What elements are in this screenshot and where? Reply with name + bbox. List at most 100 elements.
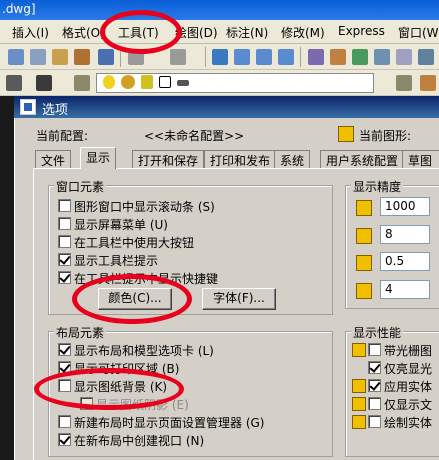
paper-shadow-checkbox[interactable] xyxy=(80,397,93,410)
toolbar-separator xyxy=(300,47,301,67)
rendered-smoothness-field[interactable]: 0.5 xyxy=(380,252,430,271)
color-swatch-icon xyxy=(159,76,171,88)
match-properties-icon[interactable] xyxy=(74,49,90,65)
layout-model-tabs-checkbox[interactable] xyxy=(58,343,71,356)
paper-background-checkbox[interactable] xyxy=(58,379,71,392)
menu-insert[interactable]: 插入(I) xyxy=(12,24,49,41)
layer-manager-icon[interactable] xyxy=(6,75,22,91)
paper-background-label: 显示图纸背景 (K) xyxy=(74,380,168,394)
layers-icon[interactable] xyxy=(74,75,90,91)
menu-window[interactable]: 窗口(W xyxy=(398,24,439,41)
create-viewport-label: 在新布局中创建视口 (N) xyxy=(74,434,205,448)
rendered-smoothness-icon xyxy=(356,255,372,271)
pan-icon[interactable] xyxy=(212,49,228,65)
calculator-icon[interactable] xyxy=(418,49,434,65)
text-frame-icon xyxy=(352,397,366,411)
raster-pan-checkbox[interactable] xyxy=(368,343,381,356)
chevron-down-icon xyxy=(177,80,189,86)
polyline-segments-icon xyxy=(356,228,372,244)
raster-pan-icon xyxy=(352,343,366,357)
tab-user-preferences[interactable]: 用户系统配置 xyxy=(320,150,405,168)
highlight-raster-label: 仅亮显光 xyxy=(384,362,433,376)
contour-lines-icon xyxy=(356,283,372,299)
sheet-set-icon[interactable] xyxy=(374,49,390,65)
redo-icon[interactable] xyxy=(170,49,186,65)
tab-plot-publish[interactable]: 打印和发布 xyxy=(204,150,277,168)
contour-lines-field[interactable]: 4 xyxy=(380,280,430,299)
show-scrollbars-checkbox[interactable] xyxy=(58,199,71,212)
large-buttons-label: 在工具栏中使用大按钮 xyxy=(74,236,195,250)
settings-icon[interactable] xyxy=(36,75,52,91)
window-title: .dwg] xyxy=(2,2,36,16)
design-center-icon[interactable] xyxy=(330,49,346,65)
menu-modify[interactable]: 修改(M) xyxy=(281,24,325,41)
polyline-segments-field[interactable]: 8 xyxy=(380,225,430,244)
menu-draw[interactable]: 绘图(D) xyxy=(175,24,218,41)
menu-dimension[interactable]: 标注(N) xyxy=(226,24,268,41)
menu-tools[interactable]: 工具(T) xyxy=(118,24,159,41)
paper-shadow-label: 显示图纸阴影 (E) xyxy=(96,398,189,412)
show-screen-menu-checkbox[interactable] xyxy=(58,217,71,230)
tooltip-shortcuts-checkbox[interactable] xyxy=(58,271,71,284)
highlight-raster-checkbox[interactable] xyxy=(368,361,381,374)
printable-area-label: 显示可打印区域 (B) xyxy=(74,362,180,376)
silhouette-icon xyxy=(352,415,366,429)
show-tooltips-label: 显示工具栏提示 xyxy=(74,254,159,268)
raster-pan-label: 带光栅图 xyxy=(384,344,433,358)
sun-icon xyxy=(121,75,135,89)
tab-drafting[interactable]: 草图 xyxy=(402,150,439,168)
create-viewport-checkbox[interactable] xyxy=(58,433,71,446)
text-frame-label: 仅显示文 xyxy=(384,398,433,412)
tab-system[interactable]: 系统 xyxy=(274,150,311,168)
copy-icon[interactable] xyxy=(30,49,46,65)
options-dialog-title-bar: 选项 xyxy=(14,96,439,118)
solid-fill-icon xyxy=(352,379,366,393)
tab-files[interactable]: 文件 xyxy=(35,150,72,168)
tab-open-save[interactable]: 打开和保存 xyxy=(132,150,205,168)
toolbar-separator xyxy=(120,47,121,67)
large-buttons-checkbox[interactable] xyxy=(58,235,71,248)
fonts-button[interactable]: 字体(F)... xyxy=(202,288,276,310)
zoom-window-icon[interactable] xyxy=(256,49,272,65)
zoom-previous-icon[interactable] xyxy=(278,49,294,65)
tab-display[interactable]: 显示 xyxy=(80,147,117,169)
current-profile-value: <<未命名配置>> xyxy=(144,129,245,143)
page-setup-manager-checkbox[interactable] xyxy=(58,415,71,428)
solid-fill-checkbox[interactable] xyxy=(368,379,381,392)
lock-icon xyxy=(141,75,153,89)
display-performance-title: 显示性能 xyxy=(351,324,404,341)
tooltip-shortcuts-label: 在工具栏提示中显示快捷键 xyxy=(74,272,219,286)
text-frame-checkbox[interactable] xyxy=(368,397,381,410)
layout-model-tabs-label: 显示布局和模型选项卡 (L) xyxy=(74,344,214,358)
show-tooltips-checkbox[interactable] xyxy=(58,253,71,266)
silhouette-checkbox[interactable] xyxy=(368,415,381,428)
properties-icon[interactable] xyxy=(308,49,324,65)
markup-icon[interactable] xyxy=(396,49,412,65)
undo-icon[interactable] xyxy=(128,49,144,65)
layout-elements-title: 布局元素 xyxy=(54,324,107,341)
drawing-area-strip xyxy=(0,96,14,460)
toolbar-separator xyxy=(205,47,206,67)
make-current-icon[interactable] xyxy=(420,75,436,91)
arc-smoothness-field[interactable]: 1000 xyxy=(380,197,430,216)
lightbulb-icon xyxy=(103,75,115,89)
page-setup-manager-label: 新建布局时显示页面设置管理器 (G) xyxy=(74,416,265,430)
menu-format[interactable]: 格式(O) xyxy=(62,24,105,41)
block-editor-icon[interactable] xyxy=(98,49,114,65)
menu-express[interactable]: Express xyxy=(338,24,385,38)
cut-icon[interactable] xyxy=(8,49,24,65)
display-resolution-title: 显示精度 xyxy=(351,178,404,195)
menu-bar: 插入(I) 格式(O) 工具(T) 绘图(D) 标注(N) 修改(M) Expr… xyxy=(0,20,439,44)
drawing-file-icon xyxy=(338,126,354,142)
colors-button[interactable]: 颜色(C)... xyxy=(98,288,172,310)
silhouette-label: 绘制实体 xyxy=(384,416,433,430)
layer-dropdown[interactable] xyxy=(96,73,374,93)
paste-icon[interactable] xyxy=(52,49,68,65)
printable-area-checkbox[interactable] xyxy=(58,361,71,374)
show-scrollbars-label: 图形窗口中显示滚动条 (S) xyxy=(74,200,215,214)
zoom-realtime-icon[interactable] xyxy=(234,49,250,65)
show-screen-menu-label: 显示屏幕菜单 (U) xyxy=(74,218,168,232)
tool-palettes-icon[interactable] xyxy=(352,49,368,65)
layer-previous-icon[interactable] xyxy=(396,75,412,91)
window-elements-title: 窗口元素 xyxy=(54,178,107,195)
